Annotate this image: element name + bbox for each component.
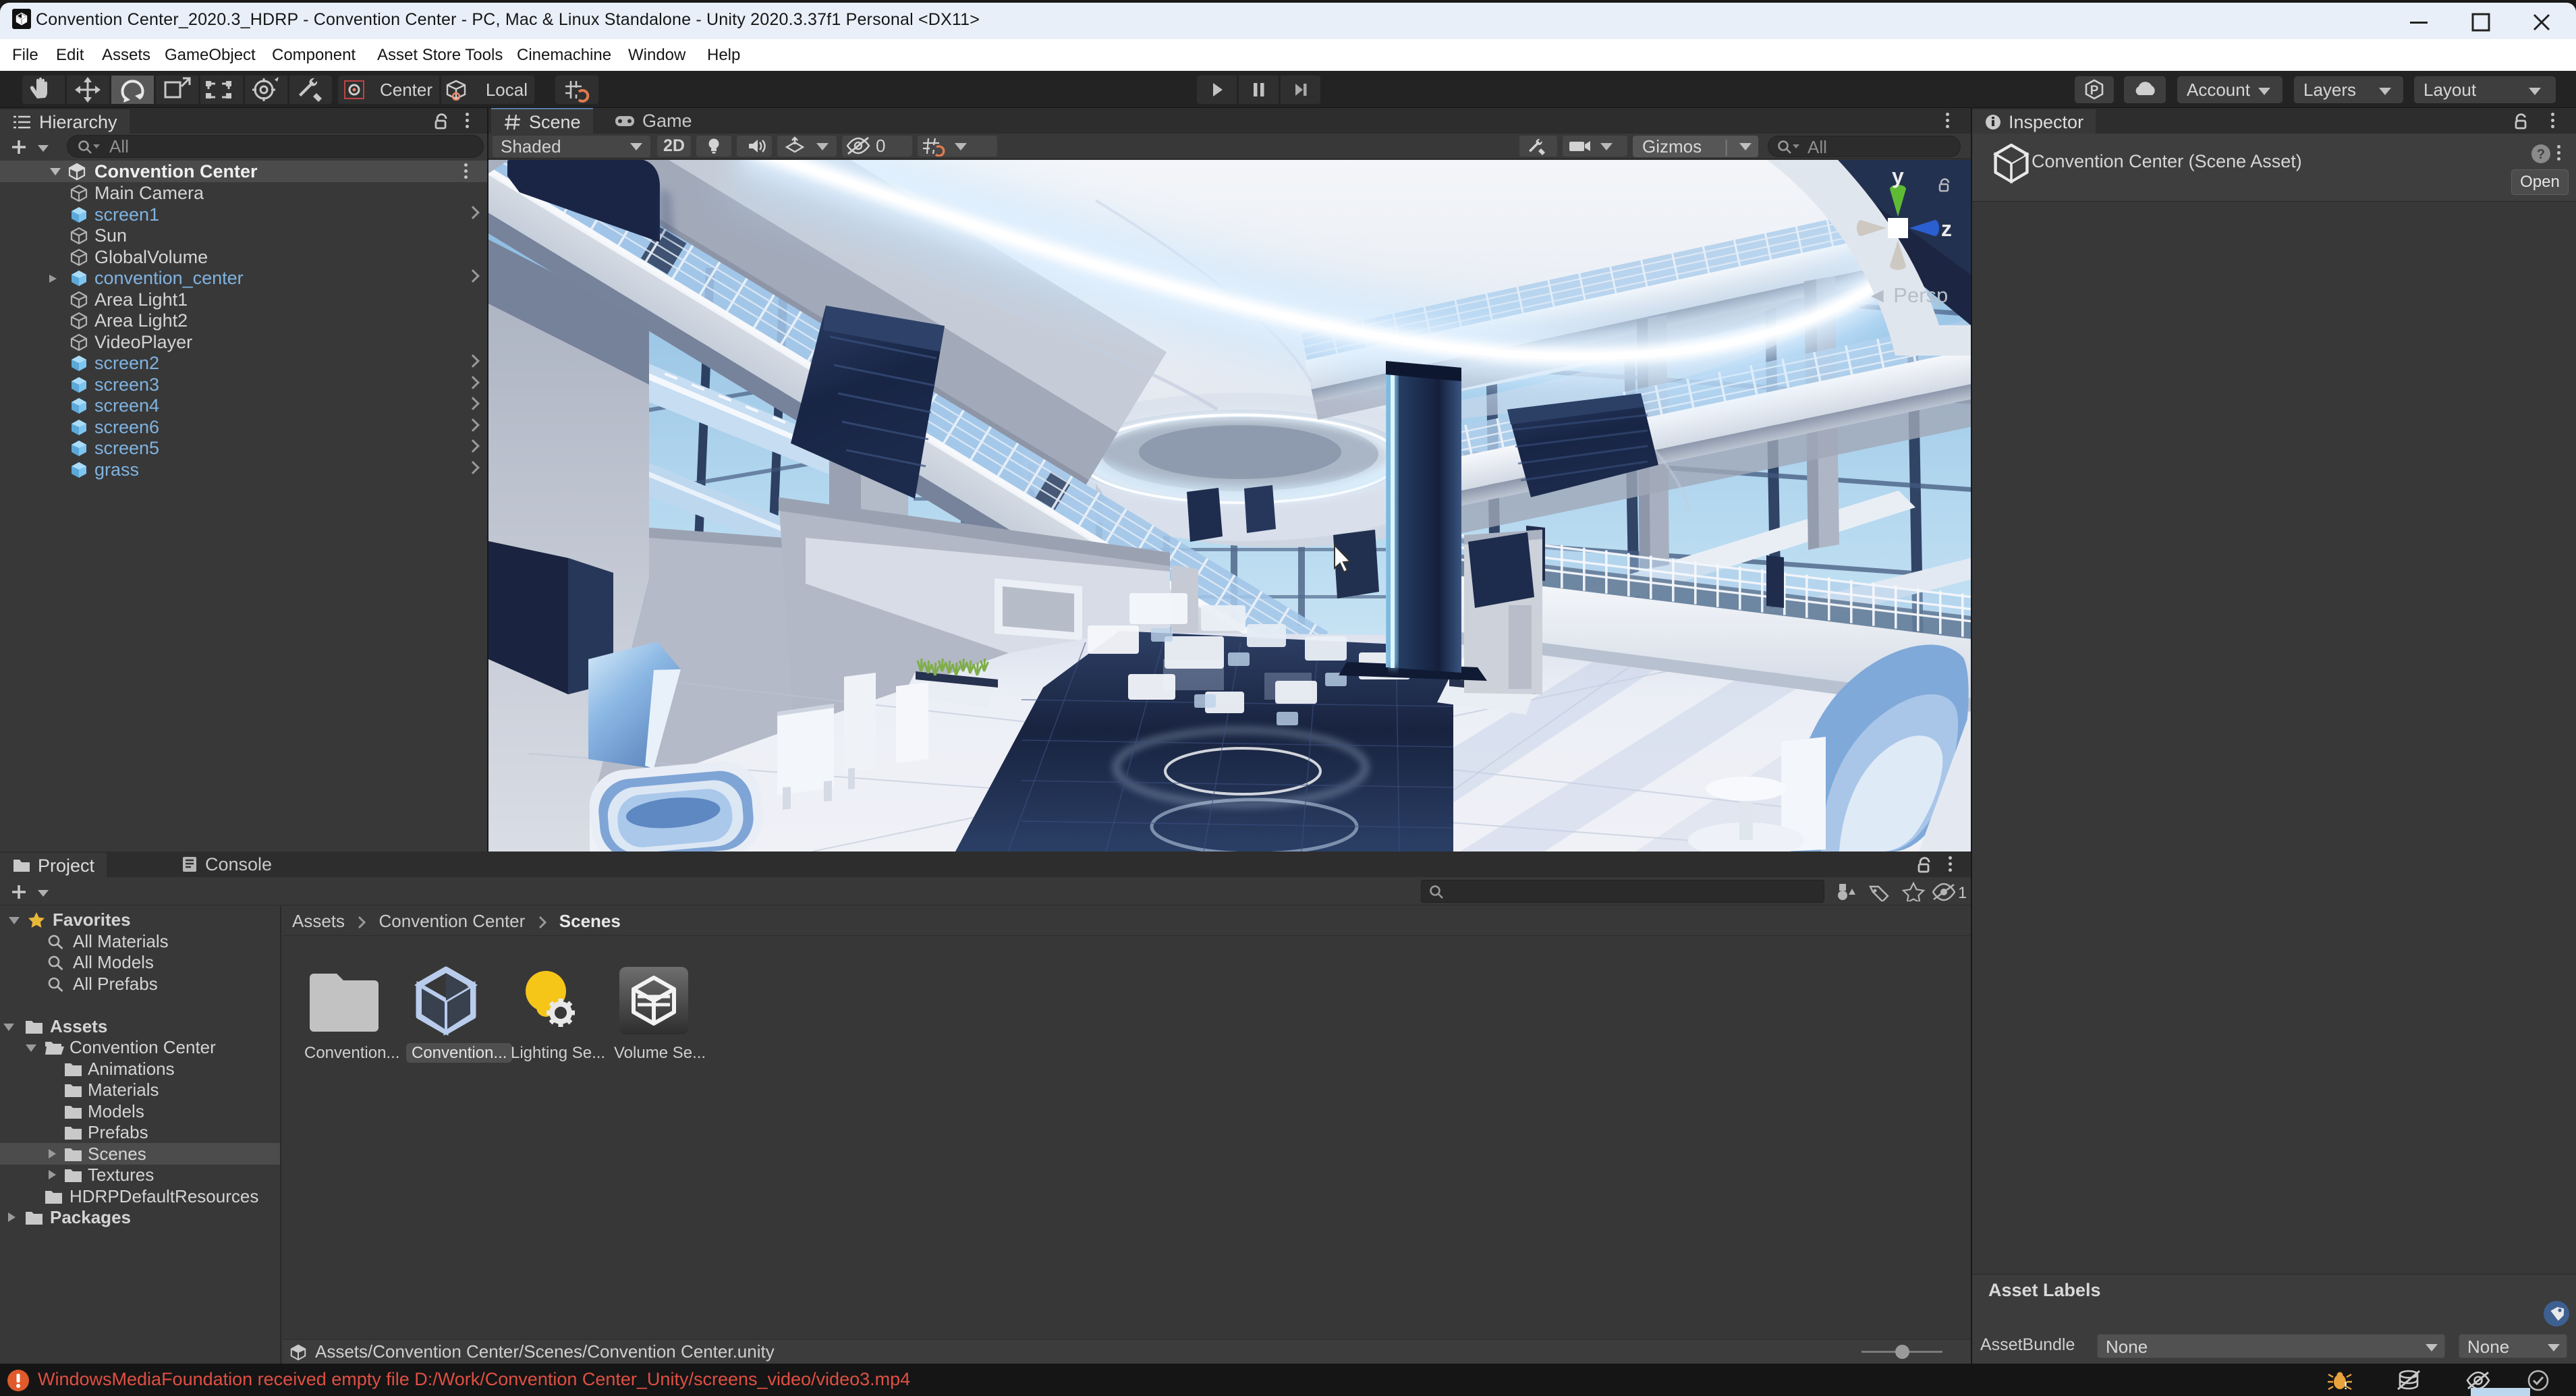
svg-text:◄ Persp: ◄ Persp [1867, 283, 1948, 307]
svg-text:y: y [1892, 164, 1904, 188]
svg-text:?: ? [2537, 147, 2545, 162]
svg-text:z: z [1941, 217, 1952, 241]
svg-text:!: ! [2344, 1380, 2347, 1391]
svg-text:1: 1 [1958, 884, 1966, 901]
svg-text:0: 0 [876, 136, 885, 156]
svg-text:P: P [2090, 84, 2099, 98]
